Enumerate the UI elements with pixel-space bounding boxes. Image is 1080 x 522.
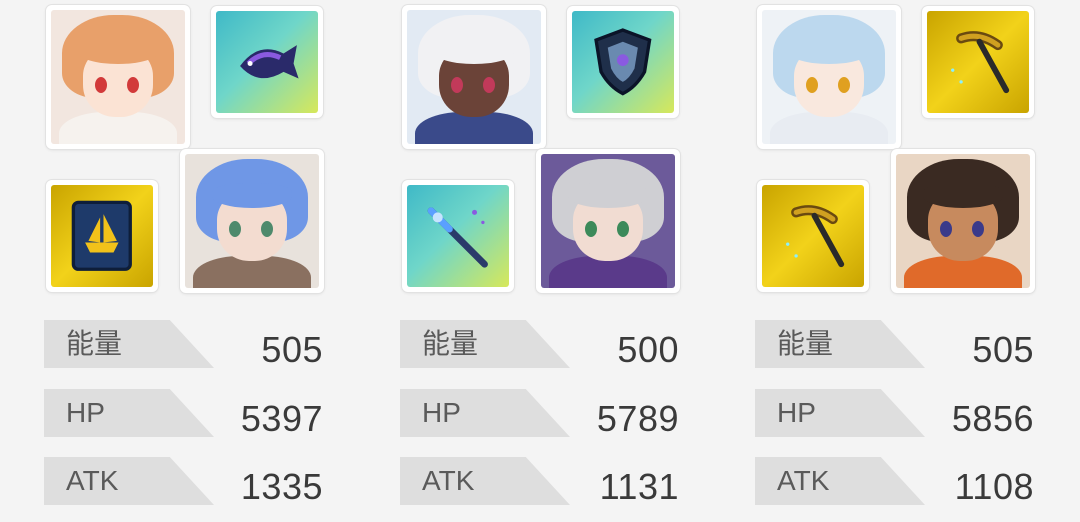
character-fringe (77, 39, 159, 64)
stat-value: 505 (261, 329, 323, 370)
stat-value: 1131 (599, 466, 679, 507)
stat-value: 1108 (954, 466, 1034, 507)
team-column-3: 能量 505 HP 5856 ATK 1108 (755, 0, 1055, 522)
hp-stat-row: HP 5397 (44, 389, 329, 439)
character-slot-1[interactable] (757, 5, 901, 149)
character-slot-2[interactable] (180, 149, 324, 293)
pickaxe-weapon-icon (762, 185, 864, 287)
team-column-1: 能量 505 HP 5397 ATK 1335 (44, 0, 344, 522)
character-portrait (896, 154, 1030, 288)
character-portrait (407, 10, 541, 144)
character-fringe (788, 39, 870, 64)
character-fringe (433, 39, 515, 64)
staff-weapon-icon (407, 185, 509, 287)
shield-weapon-icon (572, 11, 674, 113)
stat-value: 5789 (596, 398, 679, 439)
atk-stat-row: ATK 1131 (400, 457, 685, 507)
energy-stat-row: 能量 500 (400, 320, 685, 370)
atk-stat-row: ATK 1108 (755, 457, 1040, 507)
stat-label: 能量 (422, 328, 479, 359)
weapon-slot-2[interactable] (757, 180, 869, 292)
character-fringe (922, 183, 1004, 208)
character-portrait (51, 10, 185, 144)
ship-tome-icon (51, 185, 153, 287)
weapon-slot-1[interactable] (567, 6, 679, 118)
stat-label: HP (777, 397, 816, 428)
stat-label: ATK (66, 465, 119, 496)
stat-value: 5397 (240, 398, 323, 439)
character-fringe (567, 183, 649, 208)
atk-stat-row: ATK 1335 (44, 457, 329, 507)
stat-label: ATK (422, 465, 475, 496)
stat-label: 能量 (777, 328, 834, 359)
character-slot-2[interactable] (891, 149, 1035, 293)
character-fringe (211, 183, 293, 208)
team-column-2: 能量 500 HP 5789 ATK 1131 (400, 0, 700, 522)
stat-label: 能量 (66, 328, 123, 359)
stat-label: HP (422, 397, 461, 428)
character-portrait (541, 154, 675, 288)
weapon-slot-2[interactable] (402, 180, 514, 292)
character-portrait (762, 10, 896, 144)
stat-value: 505 (972, 329, 1034, 370)
stat-label: HP (66, 397, 105, 428)
stat-value: 1335 (240, 466, 323, 507)
stat-value: 5856 (951, 398, 1034, 439)
weapon-slot-1[interactable] (922, 6, 1034, 118)
character-slot-1[interactable] (402, 5, 546, 149)
weapon-slot-2[interactable] (46, 180, 158, 292)
stat-label: ATK (777, 465, 830, 496)
character-slot-1[interactable] (46, 5, 190, 149)
pickaxe-weapon-icon (927, 11, 1029, 113)
energy-stat-row: 能量 505 (755, 320, 1040, 370)
hp-stat-row: HP 5789 (400, 389, 685, 439)
fish-weapon-icon (216, 11, 318, 113)
weapon-slot-1[interactable] (211, 6, 323, 118)
stat-value: 500 (617, 329, 679, 370)
character-slot-2[interactable] (536, 149, 680, 293)
energy-stat-row: 能量 505 (44, 320, 329, 370)
character-portrait (185, 154, 319, 288)
hp-stat-row: HP 5856 (755, 389, 1040, 439)
